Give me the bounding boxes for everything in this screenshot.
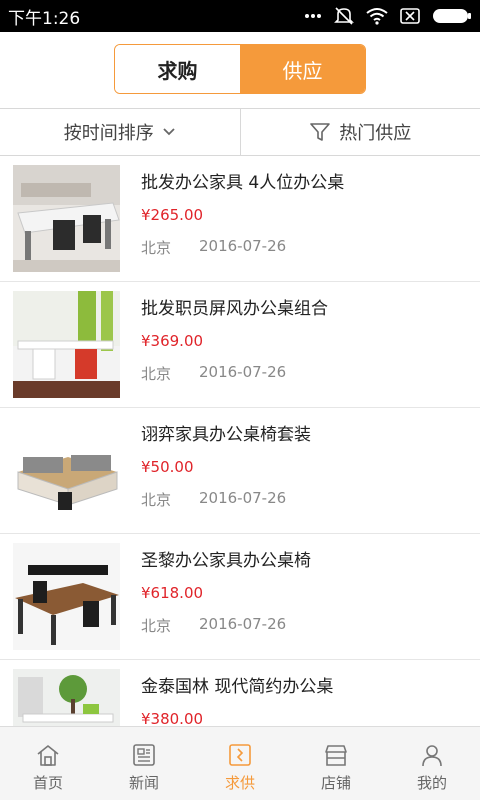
list-item[interactable]: 诩弈家具办公桌椅套装 ¥50.00 北京 2016-07-26 (0, 408, 480, 534)
product-price: ¥380.00 (141, 710, 204, 726)
supply-demand-icon (229, 744, 251, 766)
product-city: 北京 (141, 491, 172, 509)
product-title: 诩弈家具办公桌椅套装 (141, 425, 311, 445)
home-icon (37, 745, 59, 766)
product-title: 圣黎办公家具办公桌椅 (141, 551, 311, 571)
supply-list: 批发办公家具 4人位办公桌 ¥265.00 北京 2016-07-26 批发职员… (0, 156, 480, 726)
product-price: ¥618.00 (141, 584, 204, 602)
chevron-down-icon (163, 128, 175, 136)
battery-icon (433, 9, 471, 23)
bottom-tab-bar: 首页 新闻 求供 店铺 我的 (0, 726, 480, 800)
product-city: 北京 (141, 239, 172, 257)
product-image (13, 291, 120, 398)
product-title: 批发职员屏风办公桌组合 (141, 299, 328, 319)
tab-supply-demand-label: 求供 (224, 774, 255, 792)
product-date: 2016-07-26 (199, 615, 287, 633)
list-item[interactable]: 批发办公家具 4人位办公桌 ¥265.00 北京 2016-07-26 (0, 156, 480, 282)
product-image (13, 417, 120, 524)
product-price: ¥50.00 (141, 458, 194, 476)
funnel-icon (310, 123, 331, 141)
tab-shop-label: 店铺 (320, 774, 351, 792)
hot-supply-filter[interactable]: 热门供应 (241, 109, 480, 155)
sort-label: 按时间排序 (63, 123, 154, 144)
product-date: 2016-07-26 (199, 363, 287, 381)
tab-shop[interactable]: 店铺 (288, 727, 384, 800)
product-date: 2016-07-26 (199, 489, 287, 507)
user-icon (422, 745, 442, 767)
tab-supply-demand[interactable]: 求供 (192, 727, 288, 800)
header: 求购 供应 (0, 32, 480, 108)
more-dots-icon (305, 14, 321, 18)
product-image (13, 165, 120, 272)
status-bar: 下午1:26 (0, 0, 480, 32)
tab-profile[interactable]: 我的 (384, 727, 480, 800)
mute-icon (334, 7, 354, 25)
tab-home[interactable]: 首页 (0, 727, 96, 800)
product-date: 2016-07-26 (199, 237, 287, 255)
tab-home-label: 首页 (32, 774, 63, 792)
segmented-control: 求购 供应 (114, 44, 366, 94)
segment-supply[interactable]: 供应 (240, 45, 365, 93)
product-city: 北京 (141, 365, 172, 383)
filter-bar: 按时间排序 热门供应 (0, 108, 480, 156)
hot-supply-label: 热门供应 (339, 123, 412, 144)
list-item[interactable]: 金泰国林 现代简约办公桌 ¥380.00 (0, 660, 480, 726)
tab-news-label: 新闻 (128, 774, 159, 792)
status-icons (304, 0, 472, 32)
list-item[interactable]: 圣黎办公家具办公桌椅 ¥618.00 北京 2016-07-26 (0, 534, 480, 660)
shop-icon (325, 745, 347, 766)
segment-purchase[interactable]: 求购 (115, 45, 240, 93)
product-image (13, 669, 120, 726)
product-image (13, 543, 120, 650)
no-sim-icon (400, 8, 420, 24)
product-city: 北京 (141, 617, 172, 635)
news-icon (133, 744, 155, 766)
wifi-icon (366, 8, 388, 25)
product-price: ¥369.00 (141, 332, 204, 350)
list-item[interactable]: 批发职员屏风办公桌组合 ¥369.00 北京 2016-07-26 (0, 282, 480, 408)
status-time: 下午1:26 (8, 8, 81, 29)
tab-news[interactable]: 新闻 (96, 727, 192, 800)
sort-by-time-filter[interactable]: 按时间排序 (0, 109, 240, 155)
product-price: ¥265.00 (141, 206, 204, 224)
product-title: 批发办公家具 4人位办公桌 (141, 173, 345, 193)
product-title: 金泰国林 现代简约办公桌 (141, 677, 334, 697)
tab-profile-label: 我的 (416, 774, 447, 792)
